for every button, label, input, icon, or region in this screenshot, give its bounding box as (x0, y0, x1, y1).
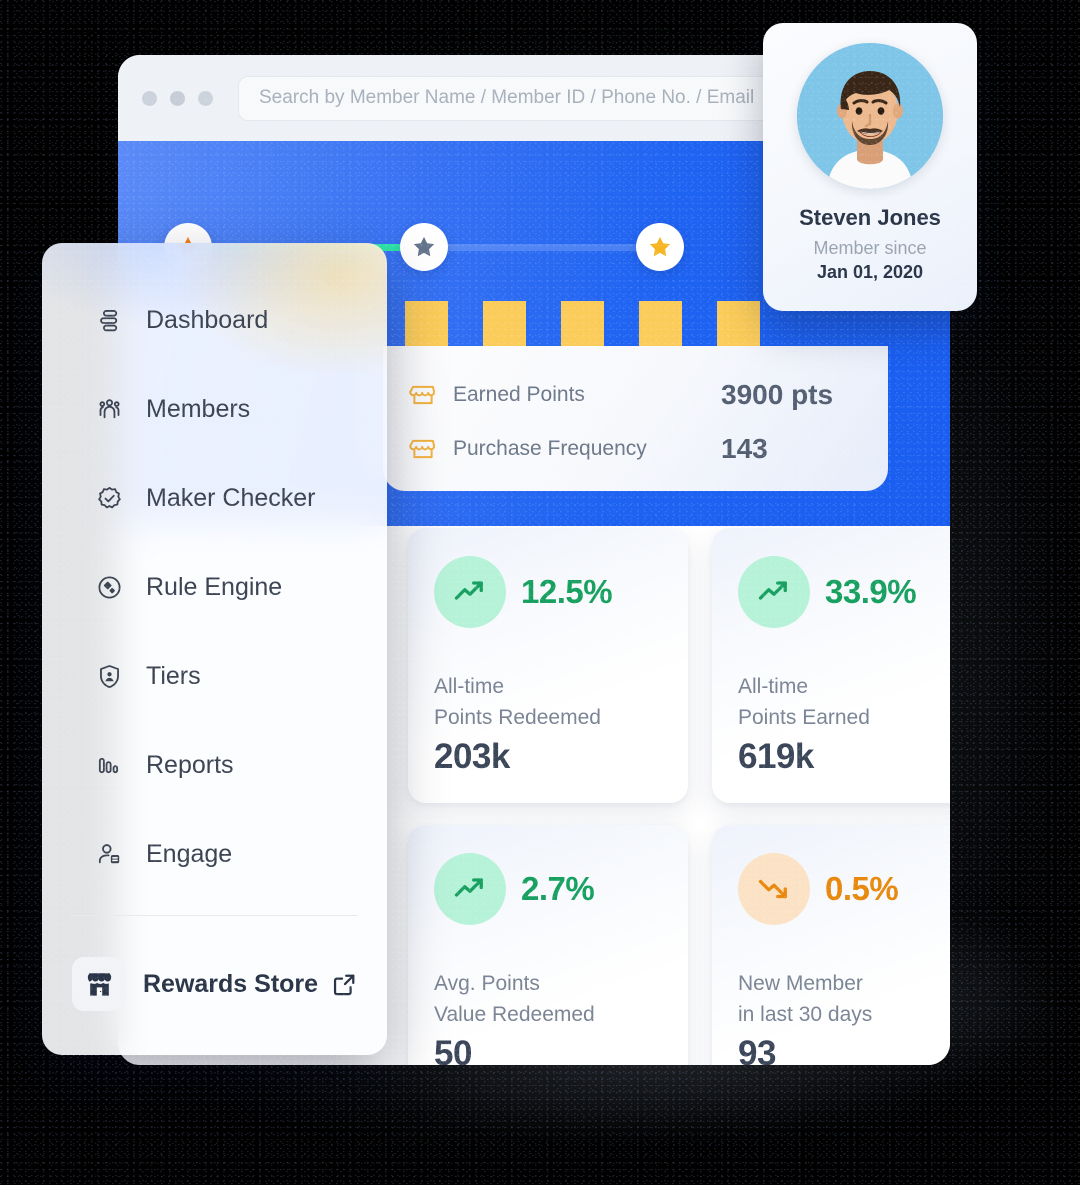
kpi-label-line1: Avg. Points (434, 972, 540, 996)
dashboard-icon (92, 307, 126, 334)
star-icon (649, 236, 671, 257)
sidebar-item-maker-checker[interactable]: Maker Checker (42, 473, 387, 523)
storefront-icon (72, 957, 126, 1011)
sidebar-item-label: Dashboard (146, 305, 269, 334)
tier-node-3[interactable] (636, 223, 684, 271)
trending-up-icon (454, 878, 483, 897)
kpi-card-header: 33.9% (738, 556, 950, 628)
kpi-label-line2: Points Redeemed (434, 705, 601, 729)
kpi-value: 50 (434, 1034, 472, 1065)
minimize-dot[interactable] (170, 90, 185, 106)
rule-engine-icon (92, 574, 126, 601)
app-stage: Earned Points 3900 pts Purchase Frequenc… (0, 0, 1080, 1185)
kpi-card-grid: 12.5% All-time Points Redeemed 203k 33.9… (408, 528, 950, 1065)
trending-up-icon (758, 581, 787, 600)
stat-row-purchase-frequency: Purchase Frequency 143 (409, 422, 858, 476)
sidebar-item-rule-engine[interactable]: Rule Engine (42, 562, 387, 612)
external-link-icon[interactable] (331, 971, 358, 998)
kpi-card-header: 12.5% (434, 556, 662, 628)
tiers-icon (92, 663, 126, 690)
kpi-card-avg-points-value[interactable]: 2.7% Avg. Points Value Redeemed 50 (408, 825, 688, 1065)
trend-badge (738, 556, 810, 628)
kpi-percent: 2.7% (521, 870, 595, 907)
member-name: Steven Jones (799, 205, 941, 230)
kpi-card-body: All-time Points Redeemed 203k (434, 672, 601, 777)
kpi-card-header: 2.7% (434, 853, 662, 925)
sidebar-item-label: Rewards Store (143, 969, 319, 998)
sidebar-item-reports[interactable]: Reports (42, 740, 387, 790)
sidebar-nav-panel: Dashboard Members Maker Checker Rule Eng… (42, 243, 387, 1055)
star-icon (413, 236, 435, 257)
sidebar-item-label: Maker Checker (146, 483, 316, 512)
kpi-percent: 0.5% (825, 870, 899, 907)
trend-badge (434, 556, 506, 628)
trend-badge (434, 853, 506, 925)
avatar (797, 43, 943, 189)
kpi-label-line2: Points Earned (738, 705, 870, 729)
sidebar-item-engage[interactable]: Engage (42, 829, 387, 879)
kpi-card-body: New Member in last 30 days 93 (738, 969, 872, 1065)
kpi-percent: 33.9% (825, 573, 917, 610)
sidebar-item-tiers[interactable]: Tiers (42, 651, 387, 701)
storefront-glyph (87, 972, 111, 996)
sidebar-item-label: Reports (146, 750, 234, 779)
stat-value: 143 (721, 433, 768, 464)
kpi-label-line1: All-time (738, 675, 809, 699)
kpi-value: 93 (738, 1034, 776, 1065)
sidebar-item-members[interactable]: Members (42, 384, 387, 434)
maker-checker-icon (92, 485, 126, 512)
kpi-value: 619k (738, 737, 814, 776)
reports-icon (92, 752, 126, 779)
kpi-percent: 12.5% (521, 573, 613, 610)
trending-down-icon (758, 879, 787, 899)
sidebar-item-label: Rule Engine (146, 572, 283, 601)
window-controls (142, 90, 213, 106)
kpi-label-line2: Value Redeemed (434, 1002, 595, 1026)
sidebar-item-dashboard[interactable]: Dashboard (42, 295, 387, 345)
sidebar-item-label: Tiers (146, 661, 201, 690)
maximize-dot[interactable] (198, 90, 213, 106)
kpi-label-line1: New Member (738, 972, 863, 996)
close-dot[interactable] (142, 90, 157, 106)
member-profile-card[interactable]: Steven Jones Member since Jan 01, 2020 (763, 23, 977, 311)
stat-label: Purchase Frequency (453, 437, 647, 460)
kpi-value: 203k (434, 737, 510, 776)
member-stats-panel: Earned Points 3900 pts Purchase Frequenc… (383, 346, 888, 491)
sidebar-divider (70, 915, 358, 916)
kpi-card-body: Avg. Points Value Redeemed 50 (434, 969, 595, 1065)
kpi-label-line2: in last 30 days (738, 1002, 873, 1026)
engage-icon (92, 841, 126, 868)
stat-row-earned-points: Earned Points 3900 pts (409, 368, 858, 422)
kpi-card-header: 0.5% (738, 853, 950, 925)
trending-up-icon (454, 581, 483, 600)
sidebar-item-label: Engage (146, 839, 233, 868)
trend-badge (738, 853, 810, 925)
avatar-illustration (797, 43, 943, 189)
kpi-card-body: All-time Points Earned 619k (738, 672, 870, 777)
sidebar-item-rewards-store[interactable]: Rewards Store (72, 957, 362, 1011)
kpi-card-new-members[interactable]: 0.5% New Member in last 30 days 93 (712, 825, 950, 1065)
store-icon (409, 381, 443, 409)
kpi-label-line1: All-time (434, 675, 505, 699)
kpi-card-points-earned[interactable]: 33.9% All-time Points Earned 619k (712, 528, 950, 803)
member-since-label: Member since (813, 238, 927, 258)
members-icon (92, 396, 126, 423)
member-since-date: Jan 01, 2020 (816, 262, 924, 282)
stat-label: Earned Points (453, 383, 585, 406)
sidebar-item-label: Members (146, 394, 251, 423)
kpi-card-points-redeemed[interactable]: 12.5% All-time Points Redeemed 203k (408, 528, 688, 803)
stat-value: 3900 pts (721, 379, 834, 410)
store-icon (409, 435, 443, 463)
tier-node-2[interactable] (400, 223, 448, 271)
sidebar-menu: Dashboard Members Maker Checker Rule Eng… (42, 243, 387, 879)
